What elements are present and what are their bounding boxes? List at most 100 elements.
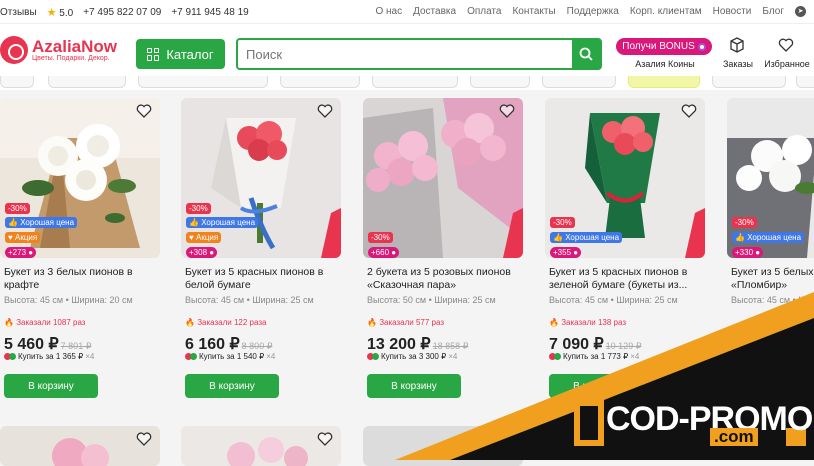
product-dimensions: Высота: 45 см • Ширина: 25 см	[731, 295, 814, 305]
rating-value: 5.0	[59, 8, 74, 19]
product-photo[interactable]: -30% 👍 Хорошая цена +355 ●	[545, 98, 705, 258]
product-photo[interactable]: -30% 👍 Хорошая цена ♥ Акция +308 ●	[181, 98, 341, 258]
split-provider-icon	[372, 353, 379, 360]
split-payment[interactable]: Купить за 1 773 ₽ ×4	[549, 352, 639, 361]
product-card[interactable]: -30% +660 ● 2 букета из 5 розовых пионов…	[363, 98, 523, 408]
product-photo[interactable]: -30% 👍 Хорошая цена ♥ Акция +273 ●	[0, 98, 160, 258]
product-card[interactable]: -30% 👍 Хорошая цена +330 ● Букет из 5 бе…	[727, 98, 814, 408]
filter-chip[interactable]	[712, 76, 786, 88]
logo[interactable]: AzaliaNow Цветы. Подарки. Декор.	[0, 36, 117, 64]
search-input[interactable]	[238, 40, 568, 68]
price: 6 160 ₽8 800 ₽	[185, 336, 273, 353]
telegram-icon[interactable]: ➤	[795, 6, 806, 17]
nav-delivery[interactable]: Доставка	[413, 6, 456, 17]
nav-contacts[interactable]: Контакты	[512, 6, 555, 17]
product-title[interactable]: Букет из 3 белых пионов в крафте	[4, 266, 158, 292]
search-box	[236, 38, 602, 70]
product-photo[interactable]	[0, 426, 160, 466]
product-title[interactable]: 2 букета из 5 розовых пионов «Сказочная …	[367, 266, 521, 292]
product-card[interactable]: -30% 👍 Хорошая цена ♥ Акция +308 ● Букет…	[181, 98, 341, 408]
heart-icon[interactable]	[136, 432, 152, 446]
product-dimensions: Высота: 50 см • Ширина: 25 см	[367, 295, 496, 305]
add-to-cart-button[interactable]: В корзину	[367, 374, 461, 398]
bonus-badge: +273 ●	[5, 247, 37, 258]
watermark-domain: .com	[710, 428, 758, 446]
filter-chip[interactable]	[542, 76, 616, 88]
filter-chip[interactable]	[796, 76, 814, 88]
product-photo[interactable]: -30% 👍 Хорошая цена +330 ●	[727, 98, 814, 258]
product-title[interactable]: Букет из 5 белых пионов «Пломбир»	[731, 266, 814, 292]
product-dimensions: Высота: 45 см • Ширина: 20 см	[4, 295, 133, 305]
search-button[interactable]	[572, 40, 600, 68]
good-price-badge: 👍 Хорошая цена	[732, 232, 805, 243]
promo-badge: ♥ Акция	[5, 232, 41, 243]
orders-label[interactable]: Заказы	[718, 59, 758, 69]
discount-badge: -30%	[186, 203, 211, 214]
product-photo[interactable]: -30% +660 ●	[363, 98, 523, 258]
filter-strip	[0, 76, 814, 90]
product-card[interactable]: -30% 👍 Хорошая цена ♥ Акция +273 ● Букет…	[0, 98, 160, 408]
old-price: 7 801 ₽	[60, 341, 92, 351]
filter-chip[interactable]	[0, 76, 34, 88]
bonus-button[interactable]: Получи BONUS	[616, 38, 712, 55]
filter-chip[interactable]	[280, 76, 360, 88]
price: 13 200 ₽18 858 ₽	[367, 336, 469, 353]
heart-icon[interactable]	[778, 37, 794, 53]
heart-icon[interactable]	[317, 432, 333, 446]
old-price: 10 129 ₽	[605, 341, 642, 351]
add-to-cart-button[interactable]: В корзину	[185, 374, 279, 398]
reviews-link[interactable]: Отзывы	[0, 7, 37, 18]
phone-2[interactable]: +7 911 945 48 19	[171, 7, 248, 18]
discount-badge: -30%	[550, 217, 575, 228]
product-photo[interactable]	[363, 426, 523, 466]
search-icon	[579, 47, 593, 61]
filter-chip[interactable]	[138, 76, 268, 88]
logo-tagline: Цветы. Подарки. Декор.	[32, 54, 110, 62]
grid-icon	[147, 47, 160, 61]
filter-chip[interactable]	[470, 76, 530, 88]
good-price-badge: 👍 Хорошая цена	[186, 217, 259, 228]
catalog-label: Каталог	[166, 46, 214, 62]
product-dimensions: Высота: 45 см • Ширина: 25 см	[549, 295, 678, 305]
rating: ★ 5.0	[47, 6, 74, 19]
heart-icon[interactable]	[136, 104, 152, 118]
nav-about[interactable]: О нас	[375, 6, 402, 17]
split-payment[interactable]: Купить за 1 540 ₽ ×4	[185, 352, 275, 361]
nav-support[interactable]: Поддержка	[567, 6, 619, 17]
catalog-button[interactable]: Каталог	[136, 39, 225, 69]
old-price: 8 800 ₽	[241, 341, 273, 351]
bonus-label: Получи BONUS	[622, 41, 695, 52]
header: AzaliaNow Цветы. Подарки. Декор. Каталог…	[0, 24, 814, 76]
coins-label[interactable]: Азалия Коины	[630, 59, 700, 69]
split-payment[interactable]: Купить за 3 300 ₽ ×4	[367, 352, 457, 361]
product-title[interactable]: Букет из 5 красных пионов в зеленой бума…	[549, 266, 703, 292]
heart-icon[interactable]	[317, 104, 333, 118]
filter-chip[interactable]	[372, 76, 458, 88]
product-title[interactable]: Букет из 5 красных пионов в белой бумаге	[185, 266, 339, 292]
logo-name: AzaliaNow	[32, 36, 118, 56]
nav-payment[interactable]: Оплата	[467, 6, 501, 17]
filter-chip[interactable]	[628, 76, 700, 88]
nav-news[interactable]: Новости	[713, 6, 752, 17]
product-card[interactable]: -30% 👍 Хорошая цена +355 ● Букет из 5 кр…	[545, 98, 705, 408]
order-count: 🔥 Заказали 122 раза	[185, 318, 267, 327]
bonus-badge: +660 ●	[368, 247, 400, 258]
split-payment[interactable]: Купить за 1 365 ₽ ×4	[4, 352, 94, 361]
box-icon[interactable]	[729, 37, 745, 53]
order-count: 🔥 Заказали 138 раз	[549, 318, 627, 327]
order-count: 🔥 Заказали 1087 раз	[4, 318, 86, 327]
favorites-label[interactable]: Избранное	[760, 59, 814, 69]
filter-chip[interactable]	[48, 76, 126, 88]
top-bar: Отзывы ★ 5.0 +7 495 822 07 09 +7 911 945…	[0, 0, 814, 24]
heart-icon[interactable]	[681, 104, 697, 118]
nav-blog[interactable]: Блог	[762, 6, 784, 17]
phone-1[interactable]: +7 495 822 07 09	[83, 7, 161, 18]
nav-corporate[interactable]: Корп. клиентам	[630, 6, 702, 17]
bonus-badge: +330 ●	[732, 247, 764, 258]
split-provider-icon	[9, 353, 16, 360]
heart-icon[interactable]	[499, 104, 515, 118]
add-to-cart-button[interactable]: В корзину	[4, 374, 98, 398]
add-to-cart-button[interactable]: В корзину	[549, 374, 643, 398]
split-provider-icon	[554, 353, 561, 360]
product-photo[interactable]	[181, 426, 341, 466]
